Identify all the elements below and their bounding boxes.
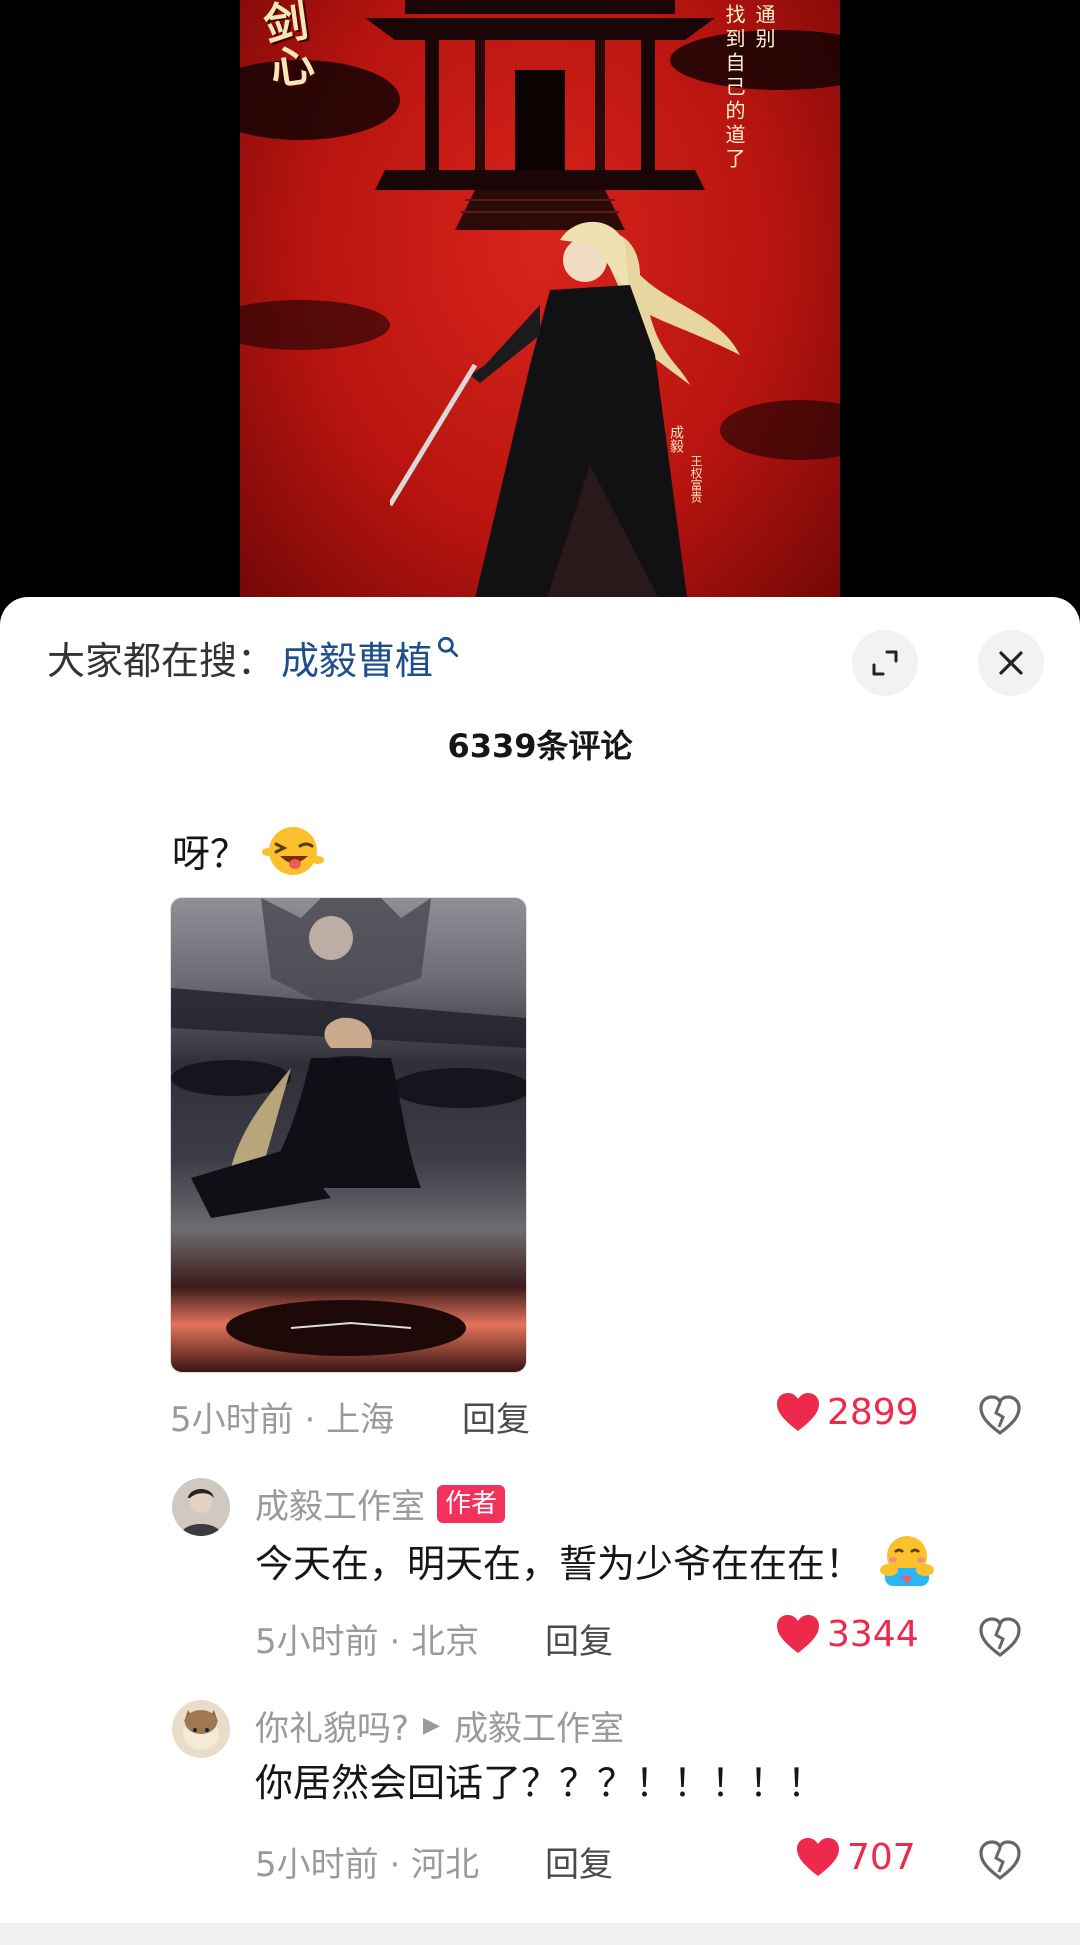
meta-separator: · <box>304 1400 327 1440</box>
reply-meta: 5小时前 · 北京 <box>255 1614 479 1663</box>
reply-to-username[interactable]: 成毅工作室 <box>454 1701 624 1750</box>
like-button[interactable]: 3344 <box>775 1613 919 1655</box>
comment-text[interactable]: 呀？ <box>172 822 325 878</box>
swordsman-illustration <box>390 221 740 620</box>
reply-button[interactable]: 回复 <box>545 1614 613 1663</box>
comment-time: 5小时前 <box>170 1400 294 1440</box>
comment-count: 6339条评论 <box>447 727 633 765</box>
heart-icon <box>797 1838 839 1876</box>
poster-image: 剑心 通别 找到自己的道了 成毅 王权富贵 <box>240 0 840 620</box>
comment-sheet: 大家都在搜： 成毅曹植 6339条评论 呀？ 5小时前 · 上海 回复 2899… <box>0 597 1080 1945</box>
trending-search-term[interactable]: 成毅曹植 <box>281 630 433 685</box>
reply-time: 5小时前 <box>255 1845 379 1885</box>
poster-poem-line-1: 通别 <box>752 4 776 52</box>
comment-image-scene <box>171 898 526 1356</box>
temple-illustration <box>365 0 715 230</box>
reply-location: 北京 <box>411 1622 480 1662</box>
expand-icon <box>872 650 898 676</box>
like-count: 707 <box>847 1836 916 1878</box>
broken-heart-icon[interactable] <box>978 1393 1022 1437</box>
like-count: 3344 <box>827 1613 919 1655</box>
poster-credit-name: 成毅 <box>668 425 684 453</box>
reply-button[interactable]: 回复 <box>545 1837 613 1886</box>
avatar-image <box>172 1478 230 1536</box>
reply-time: 5小时前 <box>255 1622 379 1662</box>
like-button[interactable]: 707 <box>795 1836 916 1878</box>
close-icon <box>999 651 1023 675</box>
reply-username-row: 你礼貌吗? ▶ 成毅工作室 <box>255 1701 624 1750</box>
avatar-image <box>172 1700 230 1758</box>
trending-search[interactable]: 大家都在搜： 成毅曹植 <box>47 631 461 683</box>
author-badge: 作者 <box>437 1484 506 1523</box>
reply-text[interactable]: 你居然会回话了？？？！！！！！ <box>255 1752 825 1807</box>
heart-icon <box>777 1615 819 1653</box>
heart-icon <box>777 1393 819 1431</box>
broken-heart-icon[interactable] <box>978 1615 1022 1659</box>
search-icon <box>437 636 459 658</box>
video-player[interactable]: 剑心 通别 找到自己的道了 成毅 王权富贵 <box>0 0 1080 620</box>
comment-input-bar[interactable] <box>0 1923 1080 1945</box>
poster-title: 剑心 <box>253 0 316 92</box>
reply-text[interactable]: 今天在，明天在，誓为少爷在在在！ <box>255 1532 937 1588</box>
like-count: 2899 <box>827 1391 919 1433</box>
comment-meta: 5小时前 · 上海 <box>170 1392 394 1441</box>
trending-search-prefix: 大家都在搜： <box>47 638 276 683</box>
poster-credit-team: 王权富贵 <box>689 455 703 503</box>
reply-button[interactable]: 回复 <box>462 1392 530 1441</box>
reply-username-row: 成毅工作室 作者 <box>255 1479 506 1528</box>
reply-meta: 5小时前 · 河北 <box>255 1837 479 1886</box>
reply-text-content: 今天在，明天在，誓为少爷在在在！ <box>255 1541 864 1586</box>
hug-emoji-icon <box>880 1536 935 1586</box>
meta-separator: · <box>389 1845 412 1885</box>
avatar[interactable] <box>172 1478 230 1536</box>
meta-separator: · <box>389 1622 412 1662</box>
reply-text-content: 你居然会回话了？？？！！！！！ <box>255 1761 826 1805</box>
comment-image[interactable] <box>170 897 527 1373</box>
comment-text-content: 呀？ <box>172 831 249 876</box>
avatar[interactable] <box>172 1700 230 1758</box>
reply-username[interactable]: 成毅工作室 <box>255 1479 425 1528</box>
reply-location: 河北 <box>411 1845 480 1885</box>
expand-button[interactable] <box>852 630 918 696</box>
close-button[interactable] <box>978 630 1044 696</box>
wink-tongue-emoji-icon <box>262 827 325 875</box>
poster-poem-line-2: 找到自己的道了 <box>722 4 746 172</box>
broken-heart-icon[interactable] <box>978 1838 1022 1882</box>
comment-location: 上海 <box>326 1400 395 1440</box>
reply-username[interactable]: 你礼貌吗? <box>255 1701 409 1750</box>
like-button[interactable]: 2899 <box>775 1391 919 1433</box>
reply-to-arrow-icon: ▶ <box>423 1713 440 1738</box>
